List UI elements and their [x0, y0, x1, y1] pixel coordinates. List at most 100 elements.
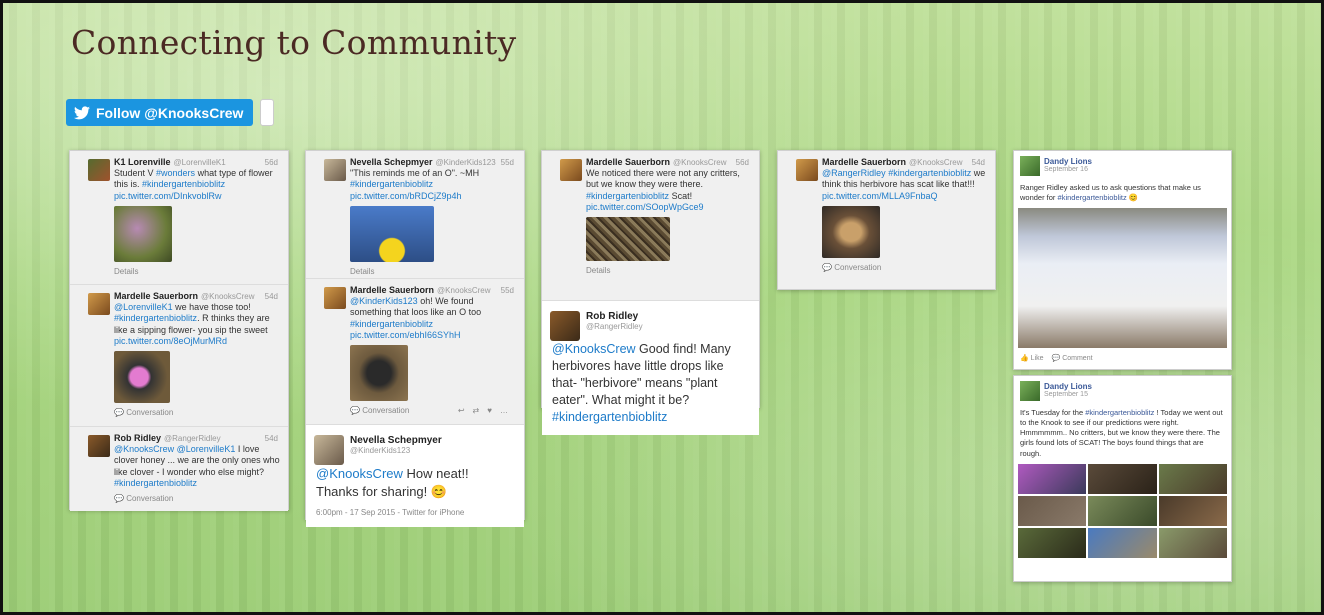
embedded-tweet[interactable]: Nevella Schepmyer @KinderKids123 @Knooks…: [306, 425, 524, 528]
tweet-text: Student V #wonders what type of flower t…: [114, 168, 273, 201]
post-header: Dandy Lions September 15: [1014, 376, 1231, 406]
tweet-handle: @RangerRidley: [164, 434, 221, 443]
slide: Connecting to Community Follow @KnooksCr…: [0, 0, 1324, 615]
like-button[interactable]: 👍 Like: [1020, 354, 1044, 362]
tweet-handle: @KinderKids123: [435, 158, 496, 167]
tweet-timestamp: 6:00pm - 17 Sep 2015 - Twitter for iPhon…: [316, 508, 465, 518]
tweet-author: Rob Ridley: [586, 311, 639, 322]
follow-label: Follow @KnooksCrew: [96, 104, 244, 121]
tweet[interactable]: Mardelle Sauerborn @KnooksCrew 54d @Loren…: [70, 285, 288, 427]
tweet-handle: @KnooksCrew: [201, 292, 255, 301]
hashtag-link[interactable]: #wonders: [156, 168, 195, 178]
avatar: [550, 311, 580, 341]
clover-hand-photo[interactable]: [114, 351, 170, 403]
tweet-author: Mardelle Sauerborn: [822, 157, 907, 167]
tweet-age: 56d: [264, 158, 278, 167]
photo-tile[interactable]: [1088, 527, 1157, 558]
o-shape-photo[interactable]: [350, 345, 408, 401]
tweet-author: Nevella Schepmyer: [350, 157, 433, 167]
avatar: [88, 293, 110, 315]
tweet-author: Rob Ridley: [114, 433, 162, 443]
tweet-age: 54d: [264, 292, 278, 301]
tweet-text: @RangerRidley #kindergartenbioblitz we t…: [822, 168, 986, 201]
post-header: Dandy Lions September 16: [1014, 151, 1231, 181]
tweet[interactable]: Rob Ridley @RangerRidley 54d @KnooksCrew …: [70, 427, 288, 511]
embedded-tweet[interactable]: Rob Ridley @RangerRidley @KnooksCrew Goo…: [542, 301, 759, 436]
tweet-text: @KinderKids123 oh! We found something th…: [350, 296, 482, 340]
twitter-follow-button[interactable]: Follow @KnooksCrew: [66, 99, 254, 126]
tweet-age: 56d: [735, 158, 749, 167]
post-text: It's Tuesday for the #kindergartenbiobli…: [1020, 408, 1223, 458]
twitter-bird-icon: [74, 105, 90, 119]
avatar: [314, 435, 344, 465]
post-date[interactable]: September 16: [1044, 166, 1225, 173]
conversation-link[interactable]: 💬 Conversation: [822, 263, 987, 272]
tweet-author: Mardelle Sauerborn: [586, 157, 671, 167]
post-author[interactable]: Dandy Lions: [1044, 157, 1225, 166]
reply-icon[interactable]: ↩: [458, 406, 473, 415]
photo-tile[interactable]: [1018, 527, 1087, 558]
post-date[interactable]: September 15: [1044, 391, 1225, 398]
tweet-text: @LorenvilleK1 we have those too! #kinder…: [114, 302, 270, 346]
page-title: Connecting to Community: [71, 23, 517, 62]
flower-photo[interactable]: [114, 205, 172, 262]
tweet-handle: @KnooksCrew: [909, 158, 963, 167]
avatar: [88, 159, 110, 181]
details-link[interactable]: Details: [114, 267, 280, 276]
avatar: [324, 159, 346, 181]
avatar: [560, 159, 582, 181]
tweet[interactable]: Nevella Schepmyer @KinderKids123 55d "Thi…: [306, 151, 524, 279]
photo-tile[interactable]: [1088, 463, 1157, 494]
tweet[interactable]: Mardelle Sauerborn @KnooksCrew 55d @Kinde…: [306, 279, 524, 425]
comment-button[interactable]: 💬 Comment: [1052, 354, 1093, 362]
retweet-icon[interactable]: ⇄: [473, 406, 488, 415]
tweet-text: @KnooksCrew How neat!! Thanks for sharin…: [316, 466, 469, 499]
tweet[interactable]: Mardelle Sauerborn @KnooksCrew 54d @Range…: [778, 151, 995, 289]
tweet-text: "This reminds me of an O". ~MH #kinderga…: [350, 168, 480, 201]
tweet-author: Mardelle Sauerborn: [114, 291, 199, 301]
photo-tile[interactable]: [1018, 463, 1087, 494]
conversation-link[interactable]: 💬 Conversation: [114, 408, 280, 417]
pic-link[interactable]: pic.twitter.com/DInkvoblRw: [114, 191, 222, 201]
post-text: Ranger Ridley asked us to ask questions …: [1020, 183, 1201, 203]
avatar: [1020, 156, 1040, 176]
tweet-handle: @RangerRidley: [586, 322, 643, 331]
tweet-author: Mardelle Sauerborn: [350, 285, 435, 295]
scat-photo[interactable]: [586, 217, 670, 261]
tweet-handle: @KnooksCrew: [673, 158, 727, 167]
facebook-post-1: Dandy Lions September 16 Ranger Ridley a…: [1013, 150, 1232, 370]
tweet[interactable]: Mardelle Sauerborn @KnooksCrew 56d We not…: [542, 151, 759, 301]
tweet-card-4: Mardelle Sauerborn @KnooksCrew 54d @Range…: [777, 150, 996, 290]
dandelion-photo[interactable]: [350, 205, 434, 262]
tweet-age: 54d: [264, 434, 278, 443]
tweet-handle: @LorenvilleK1: [173, 158, 226, 167]
post-actions: 👍 Like 💬 Comment: [1014, 351, 1231, 365]
more-icon[interactable]: …: [500, 406, 516, 415]
photo-tile[interactable]: [1088, 495, 1157, 526]
hashtag-link[interactable]: #kindergartenbioblitz: [142, 179, 225, 189]
details-link[interactable]: Details: [350, 267, 516, 276]
details-link[interactable]: Details: [586, 266, 751, 275]
photo-tile[interactable]: [1158, 527, 1227, 558]
follower-count-bubble: [260, 99, 274, 126]
photo-tile[interactable]: [1158, 495, 1227, 526]
tweet-text: We noticed there were not any critters, …: [586, 168, 740, 212]
like-icon[interactable]: ♥: [487, 406, 500, 415]
tweet-text: @KnooksCrew @LorenvilleK1 I love clover …: [114, 444, 280, 488]
tweet[interactable]: K1 Lorenville @LorenvilleK1 56d Student V…: [70, 151, 288, 285]
conversation-link[interactable]: 💬 Conversation: [114, 494, 280, 503]
photo-tile[interactable]: [1018, 495, 1087, 526]
tweet-handle: @KinderKids123: [350, 446, 411, 455]
avatar: [88, 435, 110, 457]
toy-animal-photo[interactable]: [822, 205, 880, 258]
wonder-chart-photo[interactable]: [1018, 208, 1227, 349]
avatar: [1020, 381, 1040, 401]
photo-tile[interactable]: [1158, 463, 1227, 494]
post-author[interactable]: Dandy Lions: [1044, 382, 1225, 391]
avatar: [324, 287, 346, 309]
tweet-card-3: Mardelle Sauerborn @KnooksCrew 56d We not…: [541, 150, 760, 436]
tweet-card-1: K1 Lorenville @LorenvilleK1 56d Student V…: [69, 150, 289, 511]
conversation-link[interactable]: 💬 Conversation: [350, 406, 409, 415]
tweet-author: Nevella Schepmyer: [350, 435, 442, 446]
tweet-card-2: Nevella Schepmyer @KinderKids123 55d "Thi…: [305, 150, 525, 528]
